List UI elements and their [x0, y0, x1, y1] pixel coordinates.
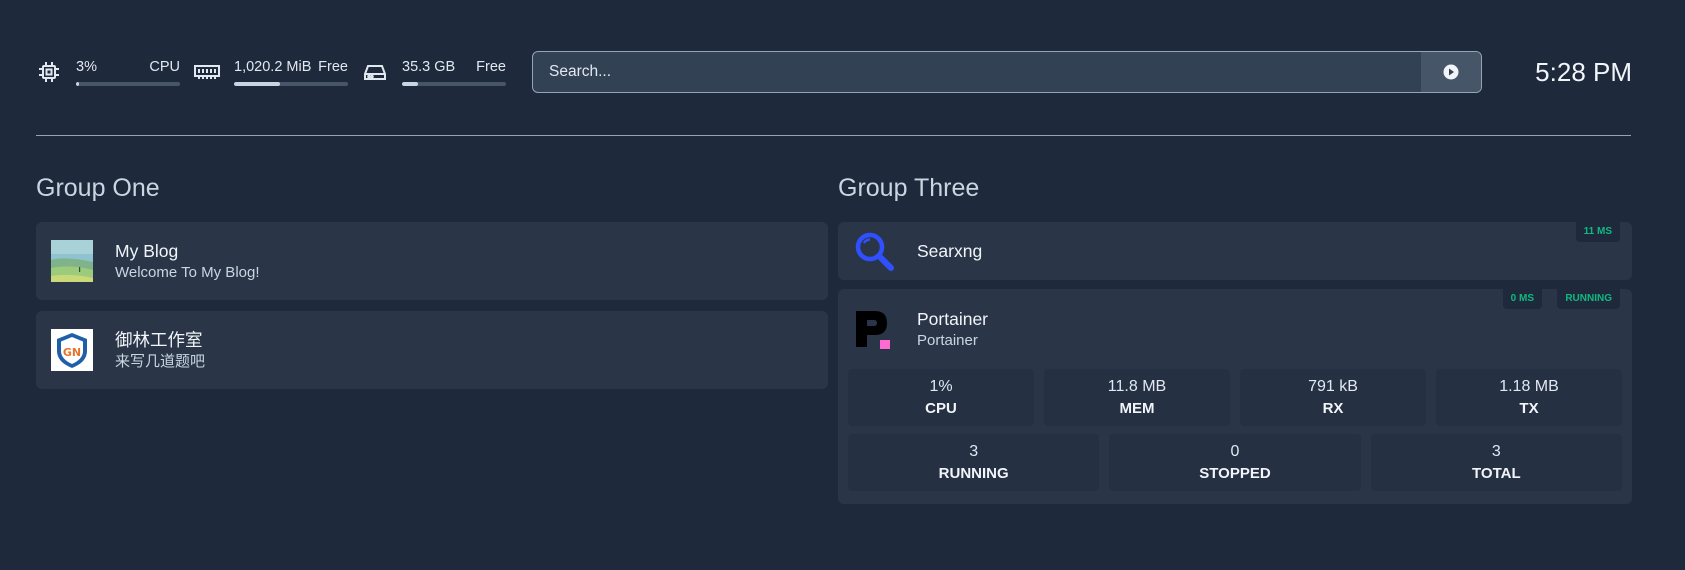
group-three: Group Three 11 MS Searxng 0 MS RUNNING P… — [838, 172, 1632, 504]
service-name: My Blog — [115, 240, 179, 261]
container-stats: 1% CPU 11.8 MB MEM 791 kB RX 1.18 MB TX — [838, 369, 1632, 426]
service-card-portainer[interactable]: 0 MS RUNNING Portainer Portainer 1% CPU — [838, 289, 1632, 504]
service-card-my-blog[interactable]: My Blog Welcome To My Blog! — [36, 222, 828, 300]
disk-icon — [362, 59, 388, 85]
search-box — [532, 51, 1482, 93]
stat-stopped: 0 STOPPED — [1109, 434, 1361, 491]
service-name: Searxng — [917, 241, 983, 261]
disk-label: Free — [476, 59, 506, 75]
disk-value: 35.3 GB — [402, 59, 456, 75]
memory-label: Free — [318, 59, 348, 75]
clock: 5:28 PM — [1535, 56, 1632, 87]
portainer-icon — [853, 308, 895, 350]
memory-usage-bar — [234, 82, 348, 86]
svg-text:GN: GN — [63, 346, 81, 359]
stat-rx: 791 kB RX — [1240, 369, 1426, 426]
disk-widget: 35.3 GB Free — [362, 58, 506, 86]
service-card-yulin[interactable]: GN 御林工作室 来写几道题吧 — [36, 311, 828, 389]
service-description: 来写几道题吧 — [115, 352, 206, 370]
cpu-value: 3% — [76, 59, 97, 75]
top-bar: 3% CPU 1,020.2 MiB Free 35.3 GB Free Sea… — [36, 50, 1632, 94]
search-provider-button[interactable] — [1421, 52, 1481, 92]
searxng-icon — [853, 230, 895, 272]
service-description: Portainer — [917, 331, 978, 349]
ping-badge: 11 MS — [1575, 222, 1620, 242]
disk-usage-bar — [402, 82, 506, 86]
memory-value: 1,020.2 MiB — [234, 59, 312, 75]
ping-badge: 0 MS — [1502, 289, 1542, 309]
service-name: Portainer — [917, 308, 989, 329]
stat-cpu: 1% CPU — [848, 369, 1034, 426]
container-counts: 3 RUNNING 0 STOPPED 3 TOTAL — [838, 434, 1632, 491]
stat-running: 3 RUNNING — [848, 434, 1100, 491]
memory-widget: 1,020.2 MiB Free — [194, 58, 348, 86]
group-title: Group One — [36, 174, 160, 202]
stat-mem: 11.8 MB MEM — [1044, 369, 1230, 426]
service-description: Welcome To My Blog! — [115, 263, 260, 281]
memory-icon — [194, 59, 220, 85]
status-badge: RUNNING — [1557, 289, 1620, 309]
group-title: Group Three — [838, 174, 980, 202]
cpu-label: CPU — [149, 59, 180, 75]
stat-tx: 1.18 MB TX — [1436, 369, 1622, 426]
cpu-usage-bar — [76, 82, 180, 86]
blog-thumbnail — [51, 240, 93, 282]
group-one: Group One My Blog Welcome To My Blog! GN… — [36, 172, 828, 389]
service-name: 御林工作室 — [115, 329, 203, 350]
service-card-searxng[interactable]: 11 MS Searxng — [838, 222, 1632, 280]
search-input[interactable] — [533, 52, 1421, 92]
cpu-widget: 3% CPU — [36, 58, 180, 86]
stat-total: 3 TOTAL — [1370, 434, 1622, 491]
search-provider-icon — [1443, 64, 1459, 80]
header-divider — [36, 135, 1631, 136]
yulin-logo: GN — [51, 329, 93, 371]
cpu-icon — [36, 59, 62, 85]
